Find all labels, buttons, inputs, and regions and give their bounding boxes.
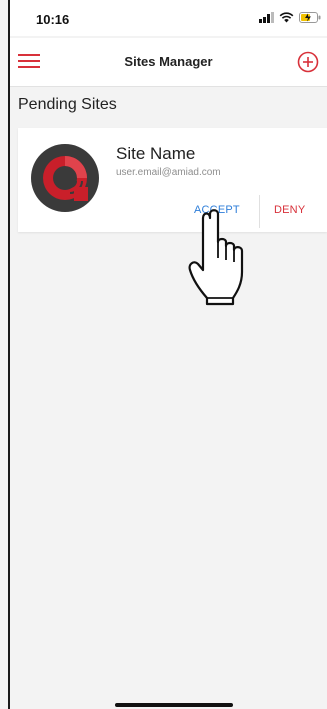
site-name: Site Name — [116, 144, 196, 163]
status-time: 10:16 — [36, 12, 70, 27]
device-frame-edge — [8, 0, 10, 709]
battery-icon — [299, 12, 321, 23]
status-bar: 10:16 — [10, 0, 327, 36]
add-circle-icon[interactable] — [297, 51, 319, 73]
app-screen: 10:16 Sites Manager Pending Sites Site N… — [0, 0, 327, 709]
page-title: Sites Manager — [124, 54, 213, 69]
home-indicator[interactable] — [115, 703, 233, 707]
site-logo-avatar — [31, 144, 99, 212]
pointer-hand-icon — [188, 209, 244, 306]
signal-icon — [259, 12, 274, 23]
wifi-icon — [279, 12, 294, 23]
action-divider — [259, 195, 260, 228]
pending-site-card: Site Name user.email@amiad.com ACCEPT DE… — [18, 128, 327, 232]
deny-button[interactable]: DENY — [274, 204, 305, 216]
app-header: Sites Manager — [10, 38, 327, 87]
site-email: user.email@amiad.com — [116, 167, 221, 178]
section-title: Pending Sites — [18, 96, 117, 113]
